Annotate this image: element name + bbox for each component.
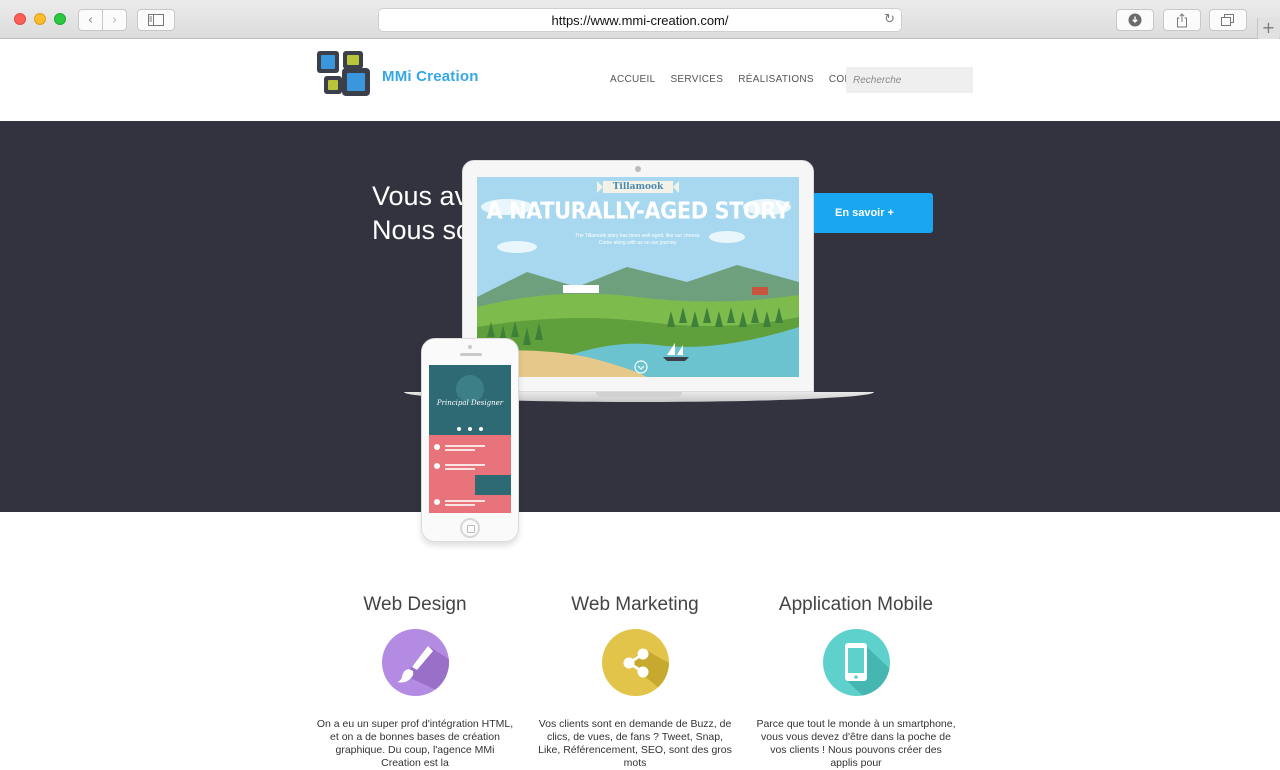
close-window-button[interactable] xyxy=(14,13,26,25)
service-web-marketing: Web Marketing Vos clients sont en demand… xyxy=(535,594,735,770)
url-text: https://www.mmi-creation.com/ xyxy=(551,12,729,28)
service-description: Parce que tout le monde à un smartphone,… xyxy=(756,718,956,769)
phone-screen-title: Principal Designer xyxy=(436,399,504,407)
phone-app-illustration xyxy=(429,365,511,513)
share-icon xyxy=(601,629,669,696)
screen-headline: A NATURALLY-AGED STORY xyxy=(486,198,791,224)
nav-realisations[interactable]: RÉALISATIONS xyxy=(738,74,814,85)
share-icon xyxy=(1177,12,1187,27)
service-web-design: Web Design On a eu un super prof d'intég… xyxy=(315,594,515,770)
service-application-mobile: Application Mobile Parce que tout le mon… xyxy=(756,594,956,770)
show-tabs-button[interactable] xyxy=(1209,9,1247,31)
sidebar-icon xyxy=(148,14,164,26)
nav-services[interactable]: SERVICES xyxy=(670,74,723,85)
minimize-window-button[interactable] xyxy=(34,13,46,25)
download-icon xyxy=(1128,13,1142,27)
phone-camera xyxy=(468,345,472,349)
reload-icon[interactable]: ↻ xyxy=(884,12,895,27)
back-button[interactable]: ‹ xyxy=(78,9,103,31)
sidebar-toggle-button[interactable] xyxy=(137,9,175,31)
chevron-right-icon: › xyxy=(111,12,118,28)
screen-sub2: Come along with us on our journey. xyxy=(598,240,678,246)
laptop-camera xyxy=(635,166,641,172)
paintbrush-icon xyxy=(381,629,449,696)
brand-name[interactable]: MMi Creation xyxy=(382,68,479,85)
site-header: MMi Creation ACCUEIL SERVICES RÉALISATIO… xyxy=(0,39,1280,121)
service-description: On a eu un super prof d'intégration HTML… xyxy=(316,718,514,769)
service-title: Web Design xyxy=(363,594,467,615)
screen-brand: Tillamook xyxy=(612,182,664,192)
service-title: Web Marketing xyxy=(571,594,699,615)
services-section: Web Design On a eu un super prof d'intég… xyxy=(0,512,1280,769)
new-tab-button[interactable]: + xyxy=(1257,18,1279,39)
search-input[interactable] xyxy=(846,67,973,93)
smartphone-icon xyxy=(822,629,890,696)
chevron-left-icon: ‹ xyxy=(87,12,94,28)
logo[interactable] xyxy=(316,50,372,98)
zoom-window-button[interactable] xyxy=(54,13,66,25)
share-button[interactable] xyxy=(1163,9,1201,31)
service-description: Vos clients sont en demande de Buzz, de … xyxy=(538,718,732,769)
tabs-icon xyxy=(1221,14,1234,26)
phone-screen: Principal Designer xyxy=(429,365,511,513)
nav-accueil[interactable]: ACCUEIL xyxy=(610,74,655,85)
laptop-screen: Tillamook A NATURALLY-AGED STORY The Til… xyxy=(477,177,799,377)
service-title: Application Mobile xyxy=(778,594,934,615)
laptop-notch xyxy=(596,392,682,397)
address-bar[interactable]: https://www.mmi-creation.com/ ↻ xyxy=(378,8,902,32)
downloads-button[interactable] xyxy=(1116,9,1154,31)
screen-sub1: The Tillamook story has been well-aged, … xyxy=(575,233,701,239)
forward-button[interactable]: › xyxy=(102,9,127,31)
browser-toolbar: ‹ › https://www.mmi-creation.com/ ↻ + xyxy=(0,0,1280,39)
phone-speaker xyxy=(460,353,482,356)
